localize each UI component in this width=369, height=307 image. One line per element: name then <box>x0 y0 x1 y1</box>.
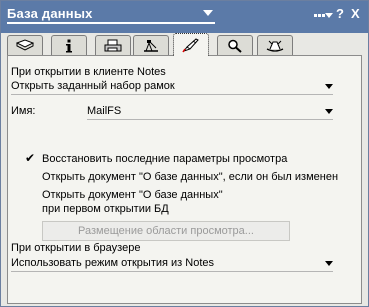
tab-print[interactable] <box>95 35 131 55</box>
open-about-if-changed-checkbox[interactable] <box>24 170 36 182</box>
notes-open-dropdown[interactable]: Открыть заданный набор рамок <box>11 80 333 95</box>
chevron-down-icon <box>325 109 333 114</box>
notes-open-label: При открытии в клиенте Notes <box>11 66 166 78</box>
close-button[interactable]: X <box>351 6 360 21</box>
browser-open-label: При открытии в браузере <box>11 242 141 254</box>
book-icon <box>16 38 34 51</box>
open-about-if-changed-label: Открыть документ "О базе данных", если о… <box>42 171 339 183</box>
browser-open-value: Использовать режим открытия из Notes <box>11 257 215 269</box>
tab-search[interactable] <box>217 35 253 55</box>
browser-open-dropdown[interactable]: Использовать режим открытия из Notes <box>11 257 333 272</box>
restore-view-checkbox[interactable]: ✔ <box>24 152 36 164</box>
rocket-icon <box>182 38 199 53</box>
collapse-caret-icon[interactable] <box>325 13 333 18</box>
tab-launch[interactable] <box>173 33 209 56</box>
tab-design[interactable] <box>133 35 169 55</box>
info-icon <box>66 39 72 52</box>
notes-open-value: Открыть заданный набор рамок <box>11 80 175 92</box>
chevron-down-icon <box>325 84 333 89</box>
properties-type-selector[interactable]: База данных <box>7 6 215 24</box>
chevron-down-icon <box>203 10 213 16</box>
window-title: База данных <box>7 6 93 21</box>
properties-window: База данных ? X При открытии в клиенте N… <box>0 0 369 307</box>
launch-panel: При открытии в клиенте Notes Открыть зад… <box>7 55 362 304</box>
open-about-first-sublabel: при первом открытии БД <box>42 203 169 215</box>
tab-advanced[interactable] <box>257 35 293 55</box>
chevron-down-icon <box>325 261 333 266</box>
hat-icon <box>266 40 284 52</box>
open-about-first-label: Открыть документ "О базе данных" <box>42 189 223 201</box>
tab-details[interactable] <box>51 35 87 55</box>
preview-layout-button[interactable]: Размещение области просмотра... <box>42 221 290 241</box>
tab-info[interactable] <box>7 35 43 55</box>
name-label: Имя: <box>11 105 36 117</box>
printer-icon <box>104 39 122 51</box>
design-icon <box>144 39 158 52</box>
name-dropdown[interactable]: MailFS <box>87 105 333 120</box>
restore-view-label: Восстановить последние параметры просмот… <box>42 153 288 165</box>
magnifier-icon <box>228 39 242 53</box>
title-bar: База данных ? X <box>1 1 368 33</box>
open-about-first-checkbox[interactable] <box>24 189 36 201</box>
help-button[interactable]: ? <box>336 6 344 21</box>
name-value: MailFS <box>87 105 122 117</box>
